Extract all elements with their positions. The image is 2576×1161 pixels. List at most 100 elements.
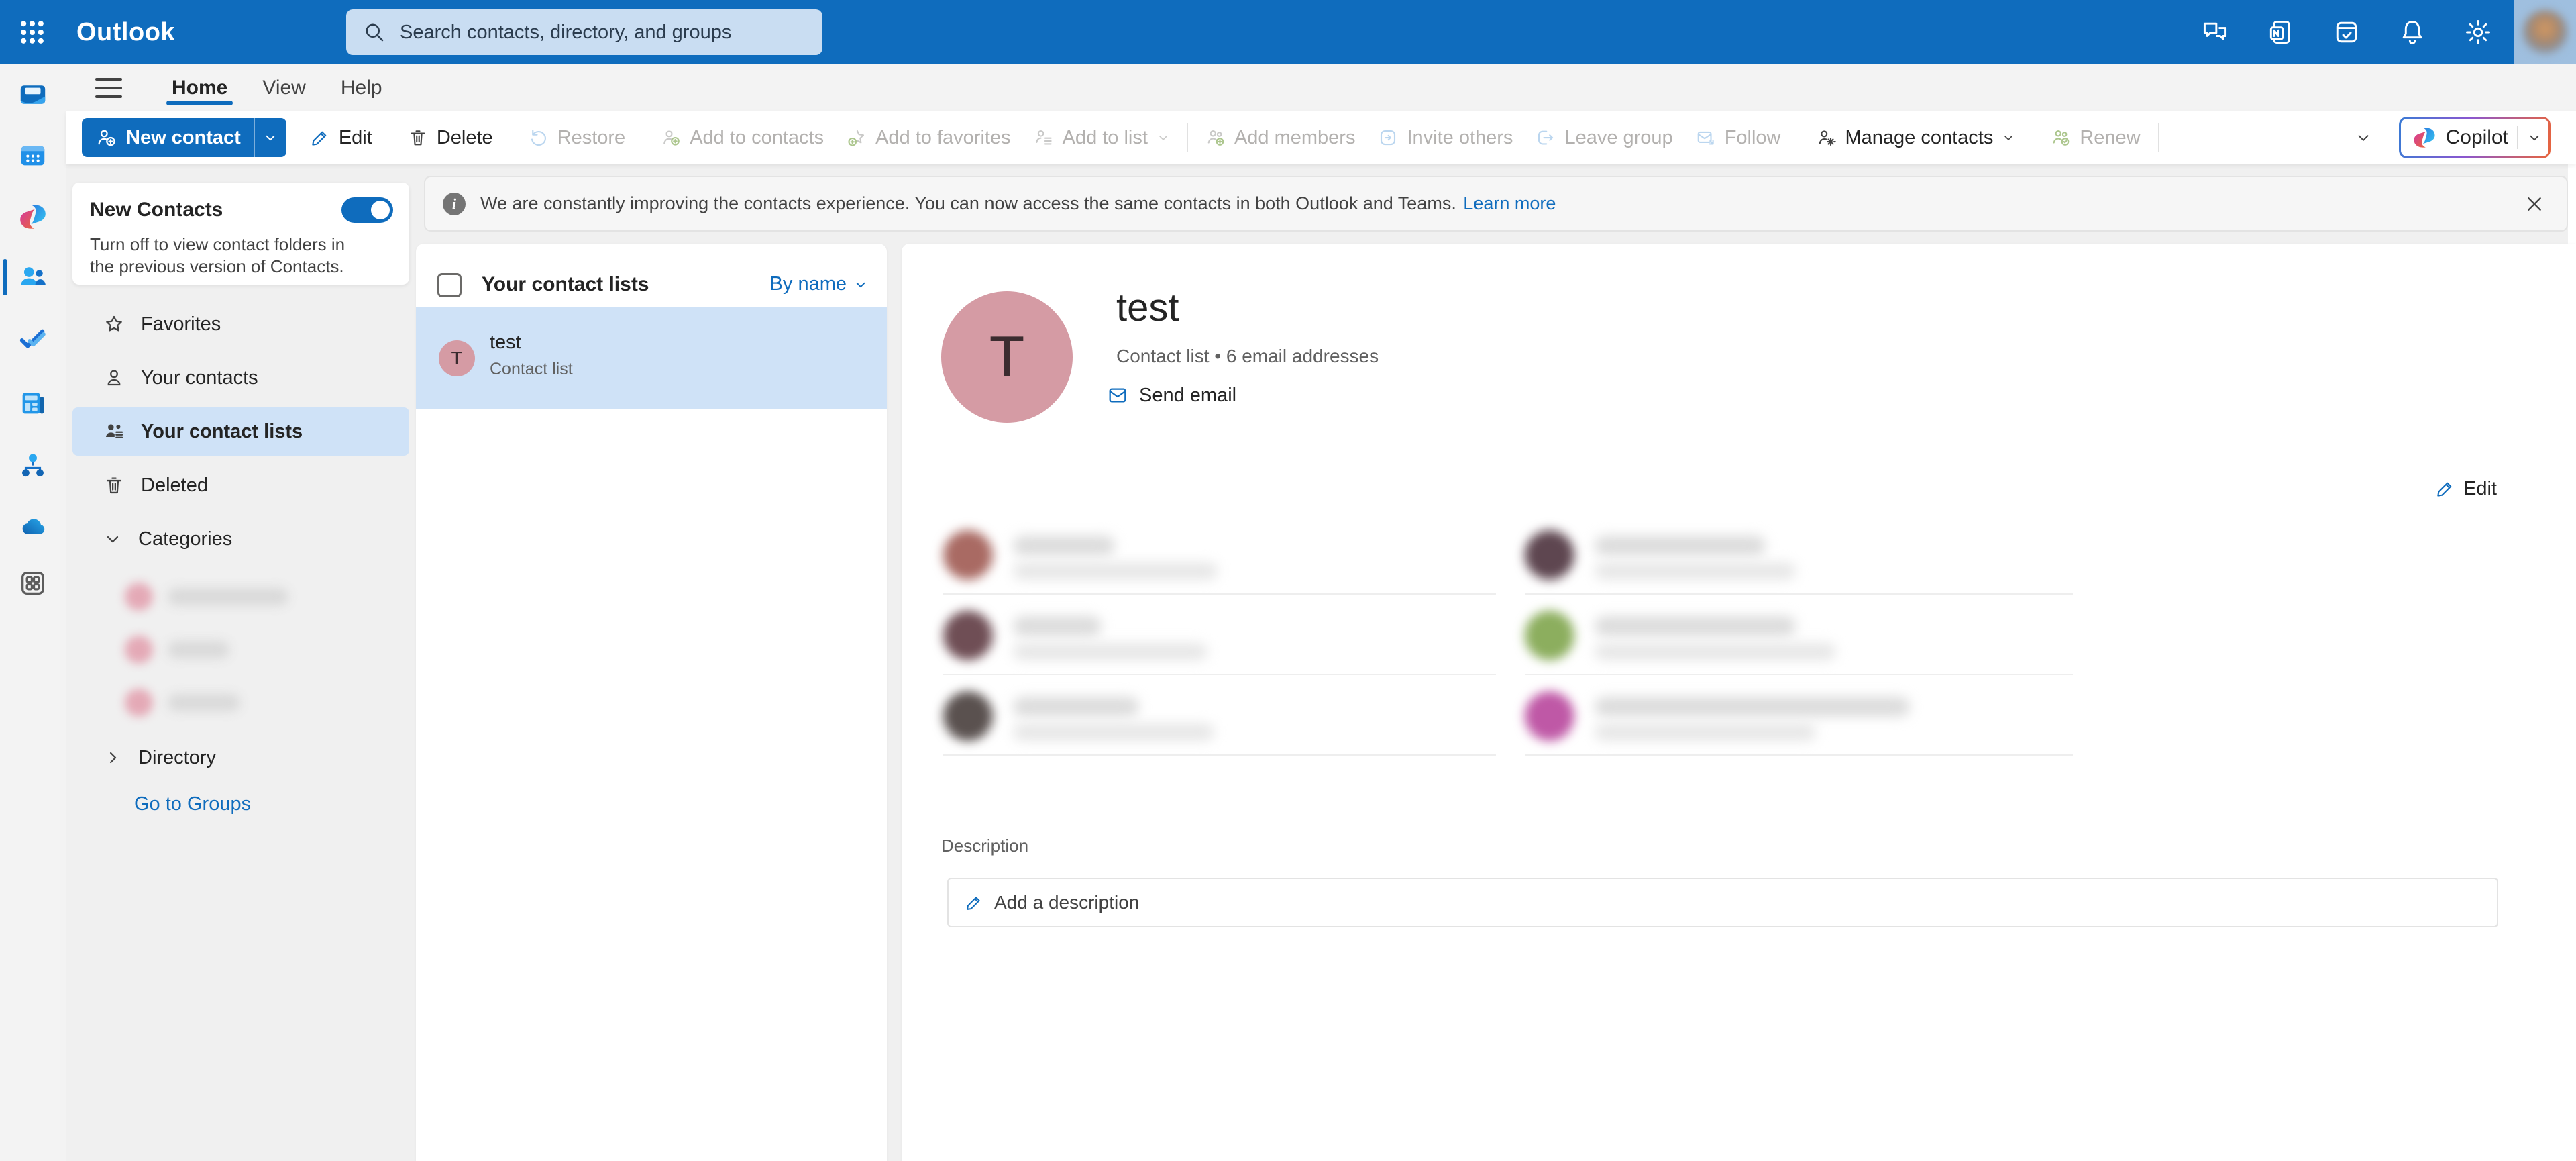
menu-bar: Home View Help (66, 64, 2576, 111)
tab-home[interactable]: Home (154, 64, 245, 111)
row-divider (943, 593, 1496, 595)
chevron-down-icon (856, 282, 865, 287)
banner-close-icon[interactable] (2520, 189, 2549, 219)
sidebar-item-favorites[interactable]: Favorites (72, 300, 409, 348)
add-to-favorites-button[interactable]: Add to favorites (835, 118, 1022, 157)
member-avatar (943, 530, 993, 580)
trash-icon (411, 130, 425, 146)
copilot-icon (2414, 128, 2435, 148)
search-input[interactable]: Search contacts, directory, and groups (346, 9, 822, 55)
member-row[interactable] (1525, 529, 2073, 595)
copilot-split-divider (2517, 126, 2518, 149)
pencil-icon (967, 897, 980, 910)
mail-icon (1109, 388, 1126, 403)
person-add-icon (663, 130, 680, 146)
select-all-checkbox[interactable] (437, 273, 462, 297)
rail-newsletters-icon[interactable] (11, 381, 55, 425)
member-row[interactable] (1525, 690, 2073, 756)
member-email-redacted (1013, 723, 1214, 741)
rail-calendar-icon[interactable] (11, 134, 55, 178)
delete-button[interactable]: Delete (396, 118, 504, 157)
new-contacts-toggle[interactable] (341, 197, 393, 223)
sidebar-item-deleted[interactable]: Deleted (72, 461, 409, 509)
command-bar: New contact Edit Delete Restore Add to c… (66, 111, 2576, 164)
renew-button[interactable]: Renew (2039, 118, 2151, 157)
invite-others-button[interactable]: Invite others (1366, 118, 1524, 157)
category-label-redacted (168, 588, 288, 605)
rail-people-icon[interactable] (11, 256, 55, 300)
account-avatar[interactable] (2514, 0, 2576, 64)
leave-icon (1538, 130, 1554, 145)
new-contact-button[interactable]: New contact (82, 118, 286, 157)
copilot-label: Copilot (2445, 126, 2508, 148)
sidebar-item-your-contacts[interactable]: Your contacts (72, 354, 409, 402)
member-row[interactable] (943, 609, 1496, 675)
tab-view[interactable]: View (245, 64, 323, 111)
sidebar-item-your-contact-lists[interactable]: Your contact lists (72, 407, 409, 456)
member-row[interactable] (943, 690, 1496, 756)
pencil-icon (2437, 482, 2452, 497)
member-email-redacted (1595, 643, 1836, 660)
leave-group-button[interactable]: Leave group (1524, 118, 1684, 157)
new-contact-dropdown[interactable] (254, 118, 286, 157)
send-email-button[interactable]: Send email (1102, 378, 1242, 413)
new-contact-label: New contact (126, 126, 241, 148)
rail-onedrive-icon[interactable] (11, 505, 55, 549)
member-row[interactable] (943, 529, 1496, 595)
go-to-groups-link[interactable]: Go to Groups (134, 793, 251, 815)
copilot-button[interactable]: Copilot (2398, 117, 2551, 158)
description-label: Description (941, 836, 1029, 856)
pencil-icon (312, 131, 327, 146)
contact-list-row-test[interactable]: T test Contact list (416, 307, 887, 409)
tab-help[interactable]: Help (323, 64, 400, 111)
sidebar-item-directory[interactable]: Directory (72, 734, 409, 782)
settings-gear-icon[interactable] (2463, 17, 2493, 47)
contact-list-name: test (490, 332, 521, 353)
category-item[interactable] (72, 630, 409, 669)
member-email-redacted (1013, 643, 1208, 660)
restore-button[interactable]: Restore (517, 118, 637, 157)
notifications-bell-icon[interactable] (2398, 17, 2427, 47)
category-item[interactable] (72, 683, 409, 722)
category-item[interactable] (72, 577, 409, 616)
learn-more-link[interactable]: Learn more (1463, 193, 1556, 213)
rail-copilot-icon[interactable] (11, 195, 55, 239)
trash-icon (106, 477, 122, 494)
category-list (66, 577, 416, 722)
follow-mail-icon (1697, 131, 1714, 145)
app-header: Outlook Search contacts, directory, and … (0, 0, 2576, 64)
sidebar-item-categories[interactable]: Categories (72, 515, 409, 563)
member-avatar (943, 611, 993, 660)
contact-lists-panel: Your contact lists By name T test Contac… (416, 244, 887, 1161)
rail-groups-icon[interactable] (11, 444, 55, 488)
toolbar-overflow-button[interactable] (2355, 129, 2372, 146)
edit-button[interactable]: Edit (299, 118, 384, 157)
onenote-feed-icon[interactable] (2266, 17, 2296, 47)
content-area: New Contacts Turn off to view contact fo… (66, 164, 2576, 1161)
chevron-right-icon (109, 752, 117, 764)
new-contacts-description: Turn off to view contact folders in the … (90, 234, 345, 276)
add-description-field[interactable]: Add a description (947, 878, 2498, 927)
member-row[interactable] (1525, 609, 2073, 675)
follow-button[interactable]: Follow (1684, 118, 1792, 157)
manage-contacts-button[interactable]: Manage contacts (1805, 118, 2027, 157)
chevron-down-icon (107, 536, 119, 543)
app-launcher-icon[interactable] (0, 0, 64, 64)
rail-more-apps-icon[interactable] (11, 561, 55, 605)
banner-text: We are constantly improving the contacts… (480, 193, 1456, 213)
member-name-redacted (1595, 616, 1796, 636)
hamburger-menu-icon[interactable] (95, 72, 126, 103)
member-avatar (1525, 611, 1574, 660)
add-to-list-button[interactable]: Add to list (1022, 118, 1181, 157)
todo-icon[interactable] (2332, 17, 2361, 47)
rail-mail-icon[interactable] (11, 72, 55, 117)
add-to-contacts-button[interactable]: Add to contacts (649, 118, 835, 157)
rail-todo-icon[interactable] (11, 317, 55, 361)
star-add-icon (848, 130, 865, 146)
chat-icon[interactable] (2200, 17, 2230, 47)
app-title: Outlook (76, 17, 176, 46)
member-name-redacted (1013, 697, 1139, 717)
detail-edit-button[interactable]: Edit (2428, 472, 2504, 505)
add-members-button[interactable]: Add members (1194, 118, 1367, 157)
sort-by-dropdown[interactable]: By name (770, 273, 868, 295)
